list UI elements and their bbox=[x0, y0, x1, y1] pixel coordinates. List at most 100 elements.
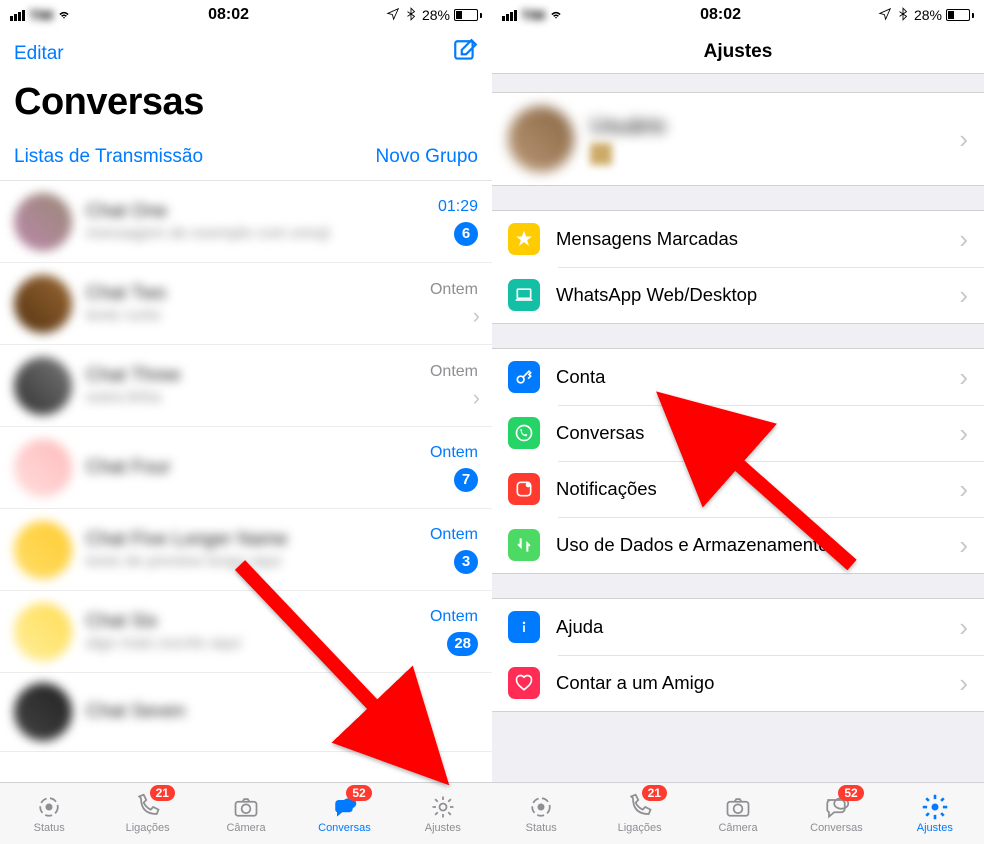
tab-label: Ligações bbox=[618, 822, 662, 834]
chevron-right-icon: › bbox=[473, 387, 480, 409]
tab-chats[interactable]: 52 Conversas bbox=[787, 783, 885, 844]
battery-icon bbox=[946, 9, 974, 21]
unread-badge: 3 bbox=[454, 550, 478, 574]
tab-badge: 21 bbox=[642, 785, 667, 801]
tab-status[interactable]: Status bbox=[492, 783, 590, 844]
chat-time: 01:29 bbox=[438, 198, 478, 216]
chat-name: Chat Two bbox=[86, 283, 386, 305]
settings-row-tell-friend[interactable]: Contar a um Amigo › bbox=[492, 655, 984, 711]
phone-ajustes: TIM 08:02 28% Ajustes Usuário › bbox=[492, 0, 984, 844]
wifi-icon bbox=[549, 7, 563, 24]
whatsapp-icon bbox=[508, 417, 540, 449]
settings-row-starred[interactable]: Mensagens Marcadas › bbox=[492, 211, 984, 267]
avatar bbox=[14, 357, 72, 415]
settings-label: Ajuda bbox=[556, 616, 943, 638]
clock-label: 08:02 bbox=[208, 6, 249, 24]
subheader: Listas de Transmissão Novo Grupo bbox=[0, 136, 492, 181]
tab-chats[interactable]: 52 Conversas bbox=[295, 783, 393, 844]
tab-label: Conversas bbox=[810, 822, 863, 834]
tab-badge: 21 bbox=[150, 785, 175, 801]
bluetooth-icon bbox=[896, 7, 910, 24]
chat-time: Ontem bbox=[430, 608, 478, 626]
tab-camera[interactable]: Câmera bbox=[197, 783, 295, 844]
nav-header: Editar bbox=[0, 30, 492, 75]
tab-calls[interactable]: 21 Ligações bbox=[590, 783, 688, 844]
tab-badge: 52 bbox=[838, 785, 863, 801]
tab-bar: Status 21 Ligações Câmera 52 Conversas A… bbox=[0, 782, 492, 844]
tab-settings[interactable]: Ajustes bbox=[394, 783, 492, 844]
chevron-right-icon: › bbox=[959, 362, 968, 393]
profile-row[interactable]: Usuário › bbox=[492, 93, 984, 185]
settings-label: Uso de Dados e Armazenamento bbox=[556, 534, 943, 556]
chevron-right-icon: › bbox=[959, 668, 968, 699]
chat-time: Ontem bbox=[430, 444, 478, 462]
tab-calls[interactable]: 21 Ligações bbox=[98, 783, 196, 844]
chevron-right-icon: › bbox=[959, 474, 968, 505]
avatar bbox=[14, 439, 72, 497]
chat-name: Chat Five Longer Name bbox=[86, 529, 386, 551]
key-icon bbox=[508, 361, 540, 393]
avatar bbox=[14, 603, 72, 661]
chevron-right-icon: › bbox=[959, 612, 968, 643]
notification-icon bbox=[508, 473, 540, 505]
settings-label: Mensagens Marcadas bbox=[556, 228, 943, 250]
info-icon bbox=[508, 611, 540, 643]
settings-list[interactable]: Usuário › Mensagens Marcadas › WhatsApp … bbox=[492, 74, 984, 782]
chevron-right-icon: › bbox=[959, 124, 968, 155]
bluetooth-icon bbox=[404, 7, 418, 24]
edit-button[interactable]: Editar bbox=[14, 43, 64, 65]
settings-row-data[interactable]: Uso de Dados e Armazenamento › bbox=[492, 517, 984, 573]
settings-row-help[interactable]: Ajuda › bbox=[492, 599, 984, 655]
chat-row[interactable]: Chat Seven bbox=[0, 673, 492, 752]
settings-row-account[interactable]: Conta › bbox=[492, 349, 984, 405]
chat-name: Chat Three bbox=[86, 365, 386, 387]
chat-row[interactable]: Chat Five Longer Name texto de preview l… bbox=[0, 509, 492, 591]
settings-row-web[interactable]: WhatsApp Web/Desktop › bbox=[492, 267, 984, 323]
avatar bbox=[14, 275, 72, 333]
chat-list[interactable]: Chat One mensagem de exemplo com emoji 0… bbox=[0, 181, 492, 752]
avatar bbox=[508, 106, 574, 172]
star-icon bbox=[508, 223, 540, 255]
phone-conversas: TIM 08:02 28% Editar Conversas Listas de… bbox=[0, 0, 492, 844]
tab-label: Status bbox=[34, 822, 65, 834]
chat-name: Chat Seven bbox=[86, 701, 478, 723]
chat-name: Chat Four bbox=[86, 457, 386, 479]
chat-row[interactable]: Chat Two texto curto Ontem › bbox=[0, 263, 492, 345]
settings-row-notifications[interactable]: Notificações › bbox=[492, 461, 984, 517]
battery-pct-label: 28% bbox=[422, 7, 450, 23]
chat-time: Ontem bbox=[430, 526, 478, 544]
broadcast-lists-button[interactable]: Listas de Transmissão bbox=[14, 146, 203, 168]
battery-icon bbox=[454, 9, 482, 21]
chevron-right-icon: › bbox=[959, 418, 968, 449]
status-bar: TIM 08:02 28% bbox=[0, 0, 492, 30]
new-group-button[interactable]: Novo Grupo bbox=[376, 146, 478, 168]
chat-row[interactable]: Chat Six algo mais escrito aqui Ontem 28 bbox=[0, 591, 492, 673]
chat-preview: texto de preview longo aqui bbox=[86, 553, 386, 571]
tab-settings[interactable]: Ajustes bbox=[886, 783, 984, 844]
data-usage-icon bbox=[508, 529, 540, 561]
avatar bbox=[14, 521, 72, 579]
chat-row[interactable]: Chat Four Ontem 7 bbox=[0, 427, 492, 509]
settings-row-chats[interactable]: Conversas › bbox=[492, 405, 984, 461]
chat-row[interactable]: Chat Three outra linha Ontem › bbox=[0, 345, 492, 427]
chevron-right-icon: › bbox=[959, 530, 968, 561]
unread-badge: 6 bbox=[454, 222, 478, 246]
tab-status[interactable]: Status bbox=[0, 783, 98, 844]
compose-button[interactable] bbox=[452, 38, 478, 69]
chat-preview: outra linha bbox=[86, 389, 386, 407]
laptop-icon bbox=[508, 279, 540, 311]
nav-header: Ajustes bbox=[492, 30, 984, 74]
chat-row[interactable]: Chat One mensagem de exemplo com emoji 0… bbox=[0, 181, 492, 263]
profile-name: Usuário bbox=[590, 113, 943, 139]
wifi-icon bbox=[57, 7, 71, 24]
chevron-right-icon: › bbox=[959, 224, 968, 255]
tab-label: Câmera bbox=[718, 822, 757, 834]
tab-badge: 52 bbox=[346, 785, 371, 801]
tab-label: Conversas bbox=[318, 822, 371, 834]
location-icon bbox=[878, 7, 892, 24]
avatar bbox=[14, 193, 72, 251]
tab-label: Status bbox=[526, 822, 557, 834]
tab-label: Ajustes bbox=[425, 822, 461, 834]
tab-camera[interactable]: Câmera bbox=[689, 783, 787, 844]
page-title: Conversas bbox=[0, 75, 492, 136]
